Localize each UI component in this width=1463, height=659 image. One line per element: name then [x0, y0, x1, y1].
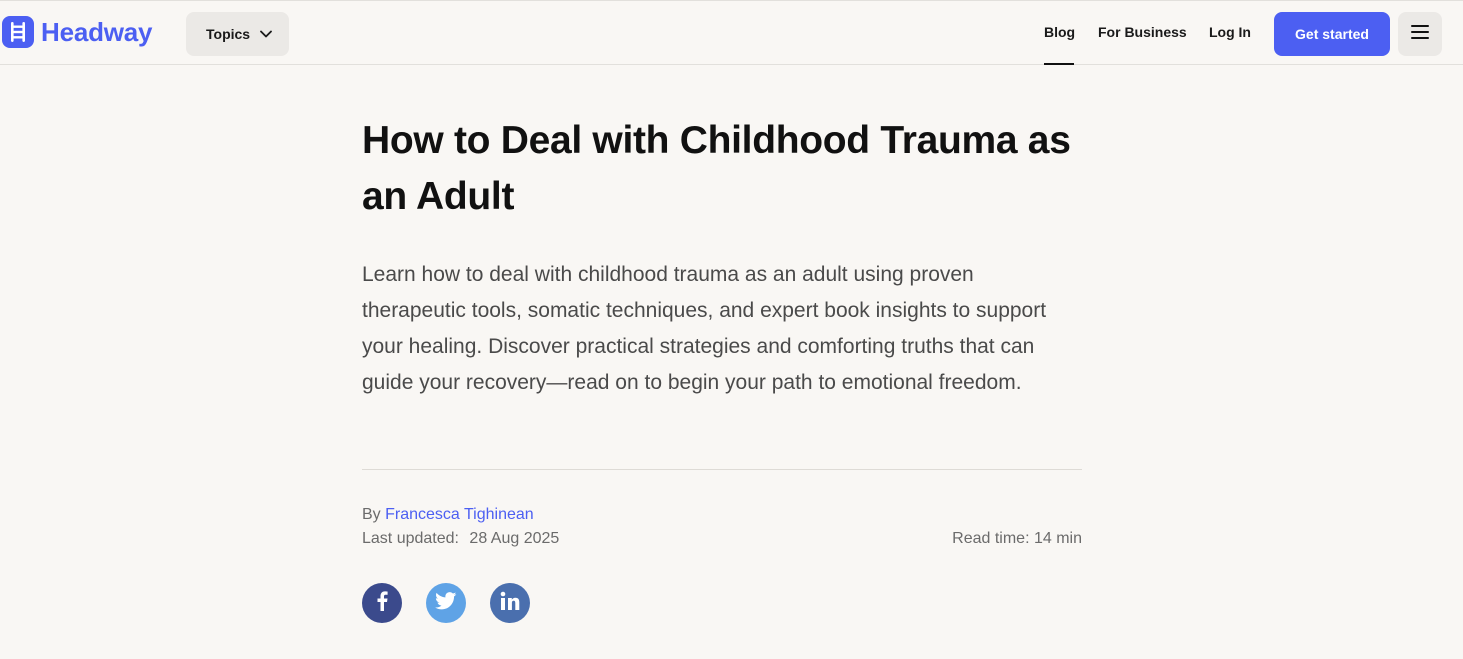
article-title: How to Deal with Childhood Trauma as an …	[362, 119, 1071, 218]
chevron-down-icon	[260, 30, 272, 38]
twitter-icon	[435, 591, 457, 615]
get-started-button[interactable]: Get started	[1274, 12, 1390, 56]
nav-blog-link[interactable]: Blog	[1044, 24, 1075, 40]
linkedin-icon	[500, 591, 520, 616]
logo-text: Headway	[41, 16, 153, 47]
site-header: Headway Topics Blog For Business Log In …	[0, 0, 1463, 65]
facebook-icon	[376, 590, 388, 616]
active-nav-indicator	[1044, 63, 1074, 65]
share-twitter-button[interactable]	[426, 583, 466, 623]
by-label: By	[362, 506, 381, 523]
topics-dropdown[interactable]: Topics	[186, 12, 289, 56]
hamburger-icon	[1411, 24, 1429, 44]
divider	[362, 469, 1082, 470]
topics-label: Topics	[206, 26, 251, 42]
menu-button[interactable]	[1398, 12, 1442, 56]
share-facebook-button[interactable]	[362, 583, 402, 623]
author-link[interactable]: Francesca Tighinean	[385, 506, 534, 523]
share-linkedin-button[interactable]	[490, 583, 530, 623]
ladder-icon	[2, 16, 34, 48]
updated-label: Last updated:	[362, 530, 459, 547]
updated-date: 28 Aug 2025	[469, 530, 560, 547]
nav-for-business-link[interactable]: For Business	[1098, 24, 1187, 40]
read-time: Read time: 14 min	[952, 530, 1082, 547]
headway-logo[interactable]: Headway	[2, 16, 153, 48]
last-updated: Last updated: 28 Aug 2025	[362, 529, 559, 549]
nav-log-in-link[interactable]: Log In	[1209, 24, 1251, 40]
byline: By Francesca Tighinean	[362, 505, 534, 525]
article-lead: Learn how to deal with childhood trauma …	[362, 263, 1047, 394]
